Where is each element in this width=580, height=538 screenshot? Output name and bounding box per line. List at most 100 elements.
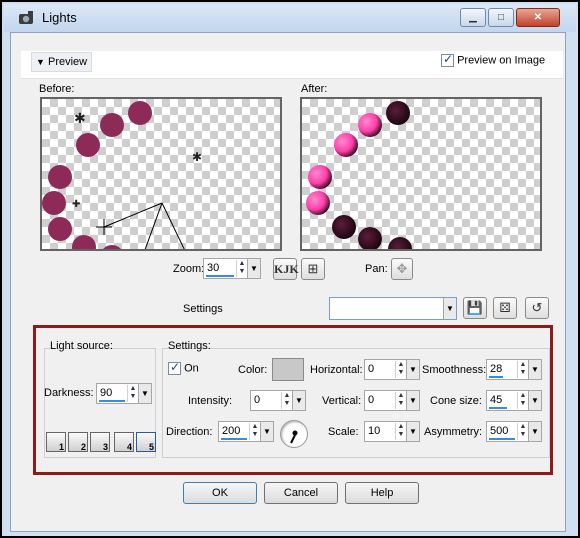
intensity-spin-icon[interactable]: ▲ ▼ bbox=[281, 392, 292, 409]
scale-dropdown-icon[interactable]: ▼ bbox=[406, 422, 419, 441]
horizontal-label: Horizontal: bbox=[310, 364, 363, 376]
maximize-button[interactable]: □ bbox=[488, 8, 514, 27]
minimize-button[interactable]: ▁ bbox=[460, 8, 486, 27]
reset-icon: ↺ bbox=[531, 300, 543, 315]
light-preset-3-label: 3 bbox=[102, 442, 108, 452]
zoom-spin-icon[interactable]: ▲ ▼ bbox=[236, 260, 247, 277]
asymmetry-input[interactable]: 500 ▲ ▼ ▼ bbox=[486, 421, 542, 442]
before-image: ✱ ✱ ✚ bbox=[42, 101, 202, 249]
kjk-badge-text: KJK bbox=[274, 262, 299, 276]
intensity-input[interactable]: 0 ▲ ▼ ▼ bbox=[250, 390, 306, 411]
preset-select[interactable]: ▼ bbox=[329, 297, 457, 320]
smoothness-slider-bar[interactable] bbox=[489, 376, 503, 378]
direction-slider-bar[interactable] bbox=[221, 438, 247, 440]
horizontal-dropdown-icon[interactable]: ▼ bbox=[406, 360, 419, 379]
darkness-slider-bar[interactable] bbox=[99, 400, 125, 402]
smoothness-label: Smoothness: bbox=[422, 364, 487, 376]
zoom-slider-bar[interactable] bbox=[206, 275, 234, 277]
intensity-value: 0 bbox=[254, 394, 261, 406]
randomize-button[interactable]: ⚄ bbox=[493, 297, 517, 319]
asymmetry-spin-icon[interactable]: ▲ ▼ bbox=[517, 423, 528, 440]
light-source-title: Light source: bbox=[50, 340, 113, 352]
asymmetry-dropdown-icon[interactable]: ▼ bbox=[528, 422, 541, 441]
save-preset-button[interactable]: 💾 bbox=[463, 297, 487, 319]
cancel-button[interactable]: Cancel bbox=[264, 482, 338, 504]
settings-area: Light source: Darkness: 90 ▲ ▼ ▼ 1 2 3 4 … bbox=[33, 325, 553, 475]
window-title: Lights bbox=[42, 10, 77, 25]
zoom-fit-button[interactable]: ⊞ bbox=[301, 258, 325, 280]
preview-toggle-button[interactable]: ▼ Preview bbox=[31, 52, 93, 72]
vertical-label: Vertical: bbox=[322, 395, 362, 407]
pan-label: Pan: bbox=[365, 263, 388, 275]
smoothness-dropdown-icon[interactable]: ▼ bbox=[528, 360, 541, 379]
horizontal-input[interactable]: 0 ▲ ▼ ▼ bbox=[364, 359, 420, 380]
direction-dial[interactable] bbox=[280, 420, 308, 448]
smoothness-input[interactable]: 28 ▲ ▼ ▼ bbox=[486, 359, 542, 380]
light-preset-5[interactable]: 5 bbox=[136, 432, 156, 452]
vertical-spin-icon[interactable]: ▲ ▼ bbox=[395, 392, 406, 409]
zoom-label: Zoom: bbox=[173, 263, 205, 275]
smoothness-spin-icon[interactable]: ▲ ▼ bbox=[517, 361, 528, 378]
direction-input[interactable]: 200 ▲ ▼ ▼ bbox=[218, 421, 274, 442]
color-swatch[interactable] bbox=[272, 358, 304, 381]
after-preview[interactable] bbox=[300, 97, 542, 251]
darkness-input[interactable]: 90 ▲ ▼ ▼ bbox=[96, 383, 152, 404]
direction-dropdown-icon[interactable]: ▼ bbox=[260, 422, 273, 441]
before-label: Before: bbox=[39, 83, 75, 95]
darkness-value: 90 bbox=[100, 387, 113, 399]
direction-label: Direction: bbox=[166, 426, 213, 438]
pan-button[interactable]: ✥ bbox=[391, 258, 413, 280]
title-bar[interactable]: Lights ▁ □ ✕ bbox=[4, 4, 576, 32]
cone-size-input[interactable]: 45 ▲ ▼ ▼ bbox=[486, 390, 542, 411]
direction-spin-icon[interactable]: ▲ ▼ bbox=[249, 423, 260, 440]
vertical-dropdown-icon[interactable]: ▼ bbox=[406, 391, 419, 410]
light-preset-2[interactable]: 2 bbox=[68, 432, 88, 452]
on-checkbox[interactable]: ✓ On bbox=[168, 360, 199, 375]
zoom-dropdown-icon[interactable]: ▼ bbox=[247, 259, 260, 278]
preset-dropdown-icon[interactable]: ▼ bbox=[443, 298, 456, 319]
zoom-input[interactable]: 30 ▲ ▼ ▼ bbox=[203, 258, 261, 279]
scale-spin-icon[interactable]: ▲ ▼ bbox=[395, 423, 406, 440]
dialog-client: ▼ Preview ✓ Preview on Image Before: Aft… bbox=[10, 32, 566, 532]
pan-icon: ✥ bbox=[396, 261, 408, 276]
cone-size-spin-icon[interactable]: ▲ ▼ bbox=[517, 392, 528, 409]
zoom-fit-icon: ⊞ bbox=[307, 261, 319, 276]
light-preset-2-label: 2 bbox=[80, 442, 86, 452]
before-preview[interactable]: ✱ ✱ ✚ bbox=[40, 97, 282, 251]
close-button[interactable]: ✕ bbox=[516, 8, 560, 27]
dice-icon: ⚄ bbox=[499, 300, 511, 315]
scale-value: 10 bbox=[368, 425, 381, 437]
darkness-spin-icon[interactable]: ▲ ▼ bbox=[127, 385, 138, 402]
vertical-input[interactable]: 0 ▲ ▼ ▼ bbox=[364, 390, 420, 411]
darkness-dropdown-icon[interactable]: ▼ bbox=[138, 384, 151, 403]
dialog-window: Lights ▁ □ ✕ ▼ Preview ✓ Preview on Imag… bbox=[0, 0, 580, 538]
settings-title: Settings: bbox=[168, 340, 211, 352]
light-preset-4[interactable]: 4 bbox=[114, 432, 134, 452]
cone-size-dropdown-icon[interactable]: ▼ bbox=[528, 391, 541, 410]
asymmetry-slider-bar[interactable] bbox=[489, 438, 515, 440]
intensity-dropdown-icon[interactable]: ▼ bbox=[292, 391, 305, 410]
light-preset-1-label: 1 bbox=[58, 442, 64, 452]
reset-button[interactable]: ↺ bbox=[525, 297, 549, 319]
svg-text:✱: ✱ bbox=[192, 150, 202, 164]
preview-on-image-checkbox[interactable]: ✓ Preview on Image bbox=[441, 52, 545, 67]
cone-size-slider-bar[interactable] bbox=[489, 407, 507, 409]
darkness-label: Darkness: bbox=[44, 387, 94, 399]
zoom-value: 30 bbox=[207, 262, 220, 274]
ok-label: OK bbox=[212, 487, 228, 499]
vertical-value: 0 bbox=[368, 394, 375, 406]
app-icon bbox=[19, 11, 33, 24]
light-preset-3[interactable]: 3 bbox=[90, 432, 110, 452]
kjk-badge: KJK bbox=[273, 258, 299, 280]
after-image bbox=[306, 101, 412, 249]
settings-bar-label: Settings bbox=[183, 303, 223, 315]
help-button[interactable]: Help bbox=[345, 482, 419, 504]
light-preset-5-label: 5 bbox=[148, 442, 154, 452]
maximize-icon: □ bbox=[497, 12, 505, 23]
light-preset-1[interactable]: 1 bbox=[46, 432, 66, 452]
scale-input[interactable]: 10 ▲ ▼ ▼ bbox=[364, 421, 420, 442]
horizontal-spin-icon[interactable]: ▲ ▼ bbox=[395, 361, 406, 378]
dial-needle-icon bbox=[290, 430, 298, 444]
ok-button[interactable]: OK bbox=[183, 482, 257, 504]
asymmetry-value: 500 bbox=[490, 425, 509, 437]
